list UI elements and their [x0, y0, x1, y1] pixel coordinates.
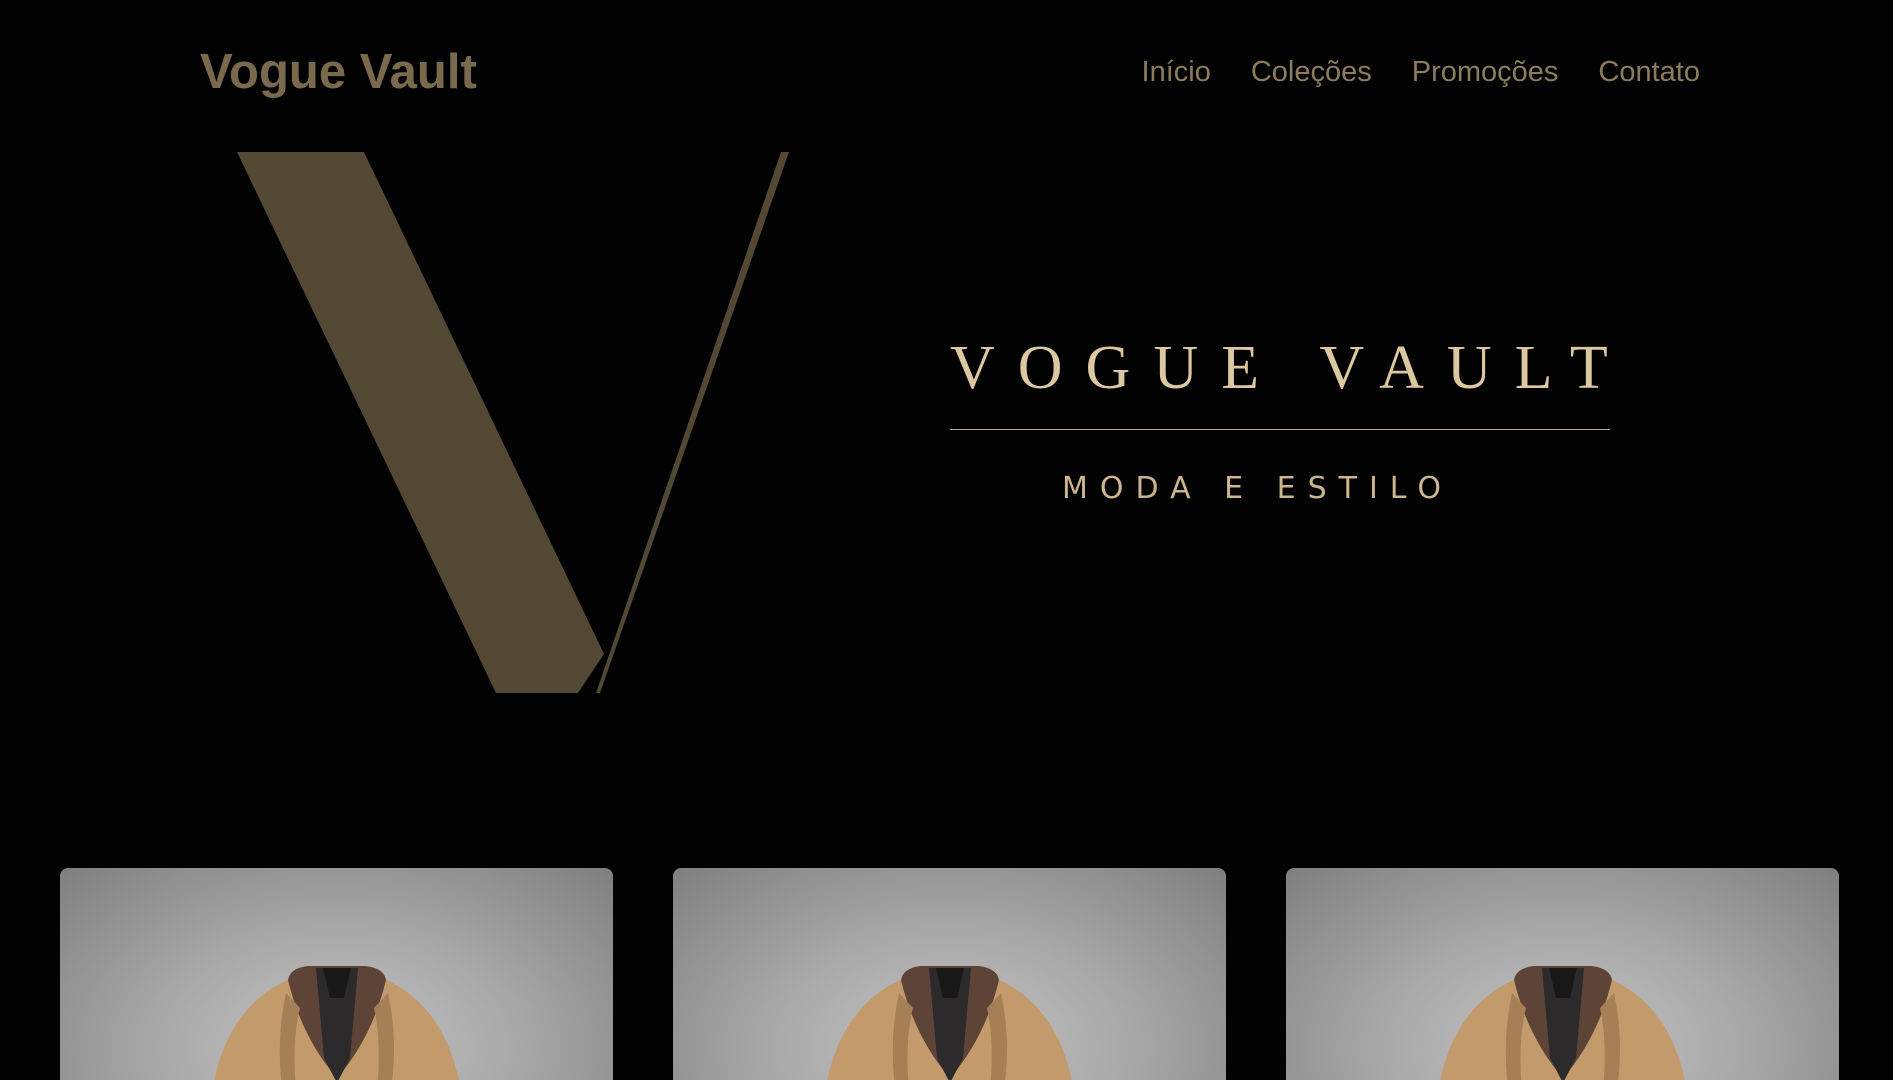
- coat-image: [827, 966, 1072, 1080]
- v-monogram-icon: [237, 152, 789, 693]
- product-grid: [60, 868, 1841, 1080]
- v-monogram-thin-stroke: [596, 152, 789, 693]
- nav-link-inicio[interactable]: Início: [1142, 52, 1211, 92]
- v-monogram-thick-stroke: [237, 152, 604, 693]
- product-card[interactable]: [673, 868, 1226, 1080]
- nav-link-colecoes[interactable]: Coleções: [1251, 52, 1372, 92]
- brand-logo[interactable]: Vogue Vault: [200, 40, 477, 104]
- coat-image: [214, 966, 459, 1080]
- product-card[interactable]: [60, 868, 613, 1080]
- coat-image: [1440, 966, 1685, 1080]
- hero-title: VOGUE VAULT: [950, 334, 1631, 402]
- hero-subtitle: MODA E ESTILO: [1062, 471, 1454, 506]
- hero-divider: [950, 429, 1610, 430]
- nav-link-promocoes[interactable]: Promoções: [1412, 52, 1559, 92]
- product-card[interactable]: [1286, 868, 1839, 1080]
- main-nav: Início Coleções Promoções Contato: [1142, 52, 1700, 92]
- nav-link-contato[interactable]: Contato: [1598, 52, 1700, 92]
